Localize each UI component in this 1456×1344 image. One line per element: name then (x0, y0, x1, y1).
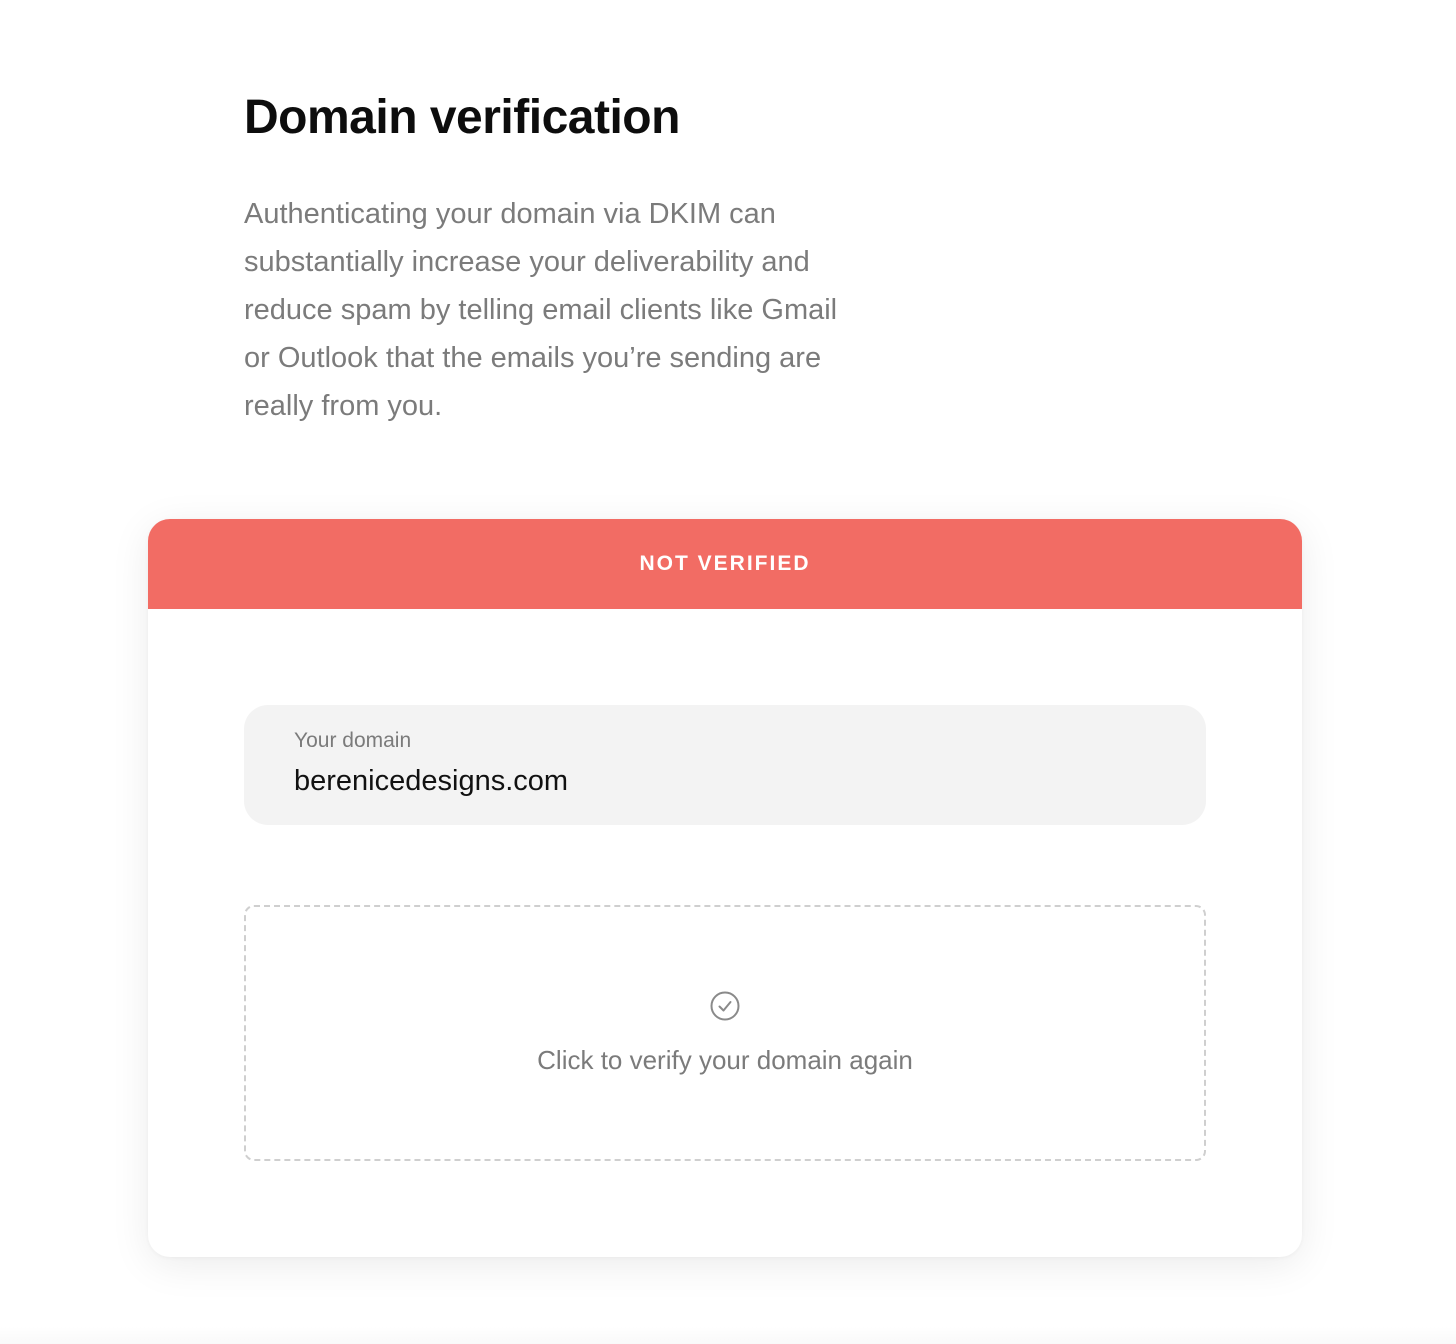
domain-input[interactable] (294, 761, 1156, 801)
page-title: Domain verification (244, 91, 680, 144)
verify-domain-label: Click to verify your domain again (537, 1045, 913, 1075)
check-circle-icon (710, 991, 740, 1021)
domain-field[interactable]: Your domain (244, 705, 1206, 825)
verify-domain-button[interactable]: Click to verify your domain again (244, 905, 1206, 1161)
header-section: Domain verification Authenticating your … (244, 88, 864, 430)
page-description: Authenticating your domain via DKIM can … (244, 198, 838, 422)
domain-field-label: Your domain (294, 729, 412, 752)
status-banner: NOT VERIFIED (148, 519, 1302, 609)
page: Domain verification Authenticating your … (0, 0, 1456, 1344)
status-badge: NOT VERIFIED (639, 552, 811, 575)
page-bottom-shadow (0, 1326, 1456, 1344)
verification-card: NOT VERIFIED Your domain Click to verify… (148, 519, 1302, 1257)
